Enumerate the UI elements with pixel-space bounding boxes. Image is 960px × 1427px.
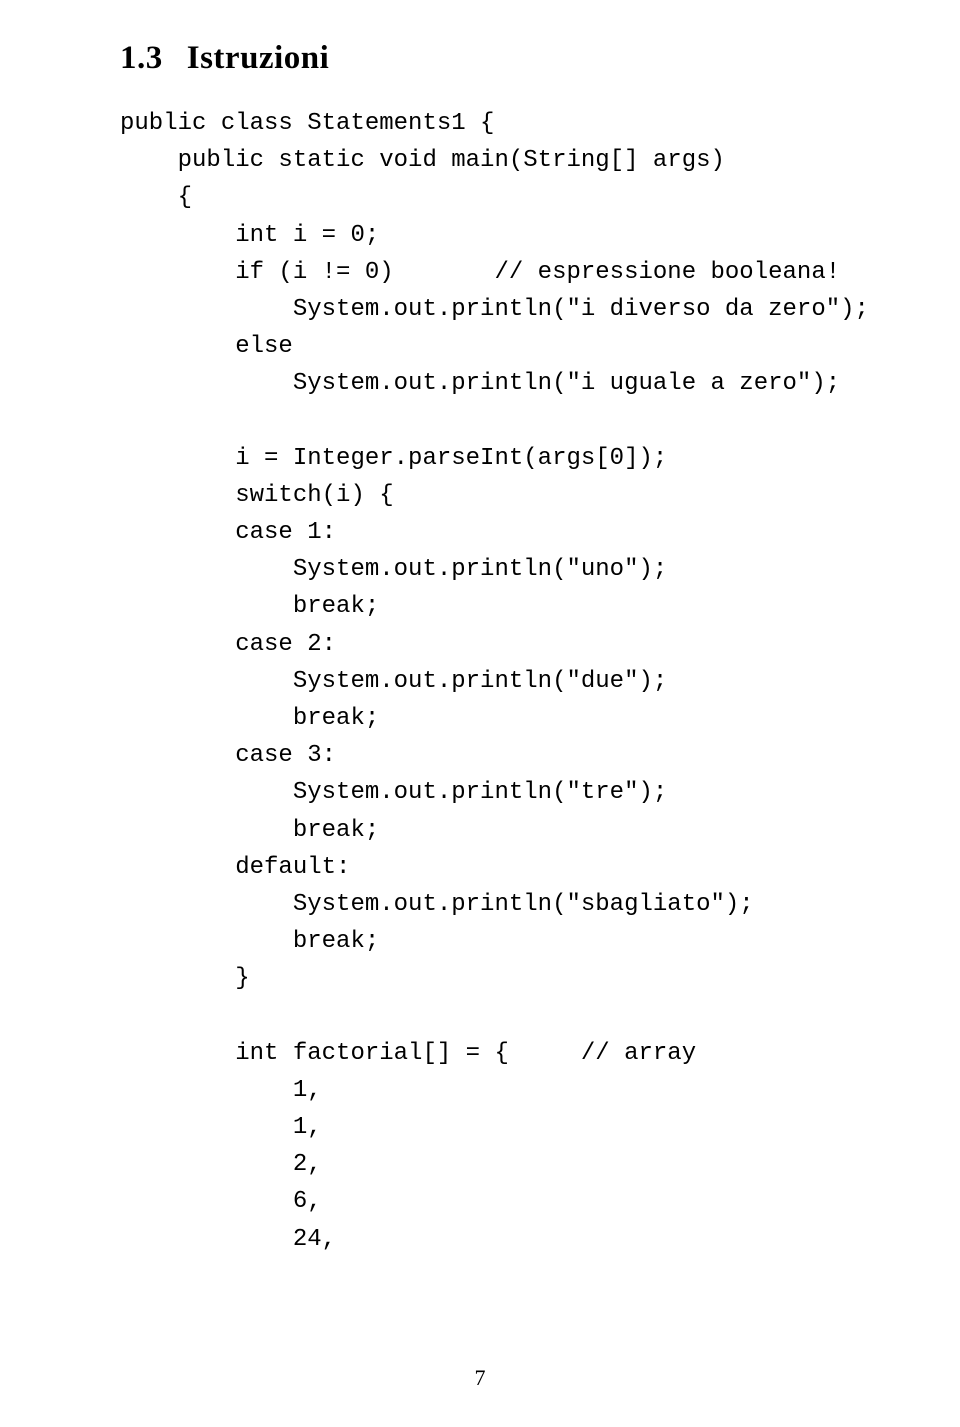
code-line: case 3: bbox=[120, 742, 336, 769]
code-line: else bbox=[120, 333, 293, 360]
code-line: break; bbox=[120, 593, 379, 620]
code-line: System.out.println("tre"); bbox=[120, 779, 667, 806]
code-line: System.out.println("due"); bbox=[120, 668, 667, 695]
code-line: System.out.println("i uguale a zero"); bbox=[120, 370, 840, 397]
code-line: 24, bbox=[120, 1226, 336, 1253]
code-line: public class Statements1 { bbox=[120, 110, 494, 137]
code-line: case 1: bbox=[120, 519, 336, 546]
code-line: System.out.println("uno"); bbox=[120, 556, 667, 583]
code-line: System.out.println("i diverso da zero"); bbox=[120, 296, 869, 323]
code-line: if (i != 0) // espressione booleana! bbox=[120, 259, 840, 286]
section-heading: 1.3 Istruzioni bbox=[120, 40, 840, 77]
code-line: case 2: bbox=[120, 631, 336, 658]
code-line: break; bbox=[120, 928, 379, 955]
code-line: } bbox=[120, 965, 250, 992]
section-title: Istruzioni bbox=[187, 40, 330, 76]
code-line: System.out.println("sbagliato"); bbox=[120, 891, 754, 918]
section-number: 1.3 bbox=[120, 40, 163, 76]
code-line: int factorial[] = { // array bbox=[120, 1040, 696, 1067]
page-number: 7 bbox=[0, 1365, 960, 1391]
code-line: switch(i) { bbox=[120, 482, 394, 509]
code-line: break; bbox=[120, 817, 379, 844]
code-block: public class Statements1 { public static… bbox=[120, 105, 840, 1258]
code-line: { bbox=[120, 184, 192, 211]
code-line: default: bbox=[120, 854, 350, 881]
code-line: 6, bbox=[120, 1188, 322, 1215]
code-line: 1, bbox=[120, 1114, 322, 1141]
code-line: 1, bbox=[120, 1077, 322, 1104]
code-line: int i = 0; bbox=[120, 222, 379, 249]
code-line: i = Integer.parseInt(args[0]); bbox=[120, 445, 667, 472]
code-line: break; bbox=[120, 705, 379, 732]
code-line: 2, bbox=[120, 1151, 322, 1178]
page: 1.3 Istruzioni public class Statements1 {… bbox=[0, 0, 960, 1427]
code-line: public static void main(String[] args) bbox=[120, 147, 725, 174]
